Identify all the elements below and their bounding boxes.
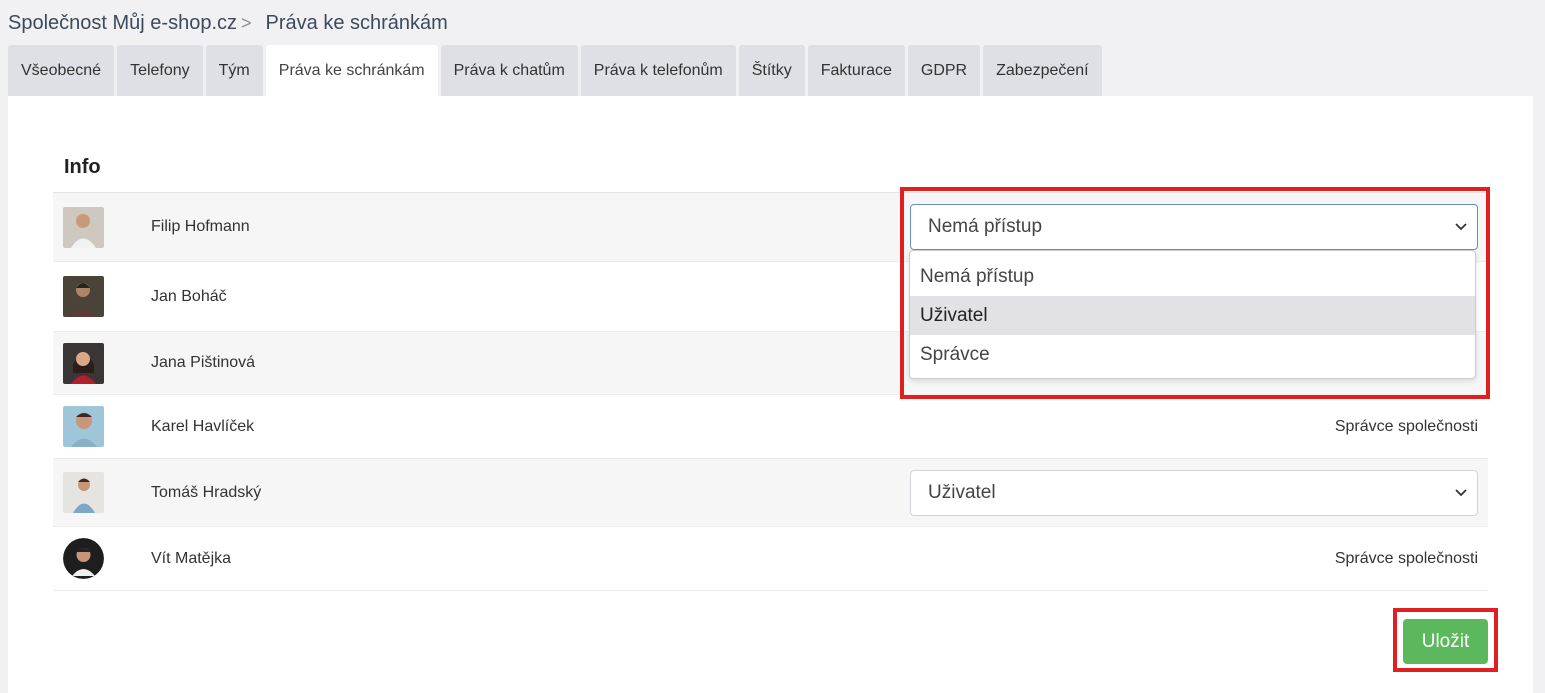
tab-general[interactable]: Všeobecné — [8, 45, 115, 96]
tab-security[interactable]: Zabezpečení — [983, 45, 1102, 96]
tab-gdpr[interactable]: GDPR — [907, 45, 981, 96]
avatar — [63, 342, 104, 384]
breadcrumb-current: Práva ke schránkám — [265, 11, 448, 34]
option-no-access[interactable]: Nemá přístup — [910, 257, 1475, 296]
chevron-down-icon — [1455, 488, 1467, 496]
chevron-down-icon — [1455, 223, 1467, 231]
tab-mailbox-rights[interactable]: Práva ke schránkám — [265, 45, 438, 96]
mailbox-right-dropdown-list: Nemá přístup Uživatel Správce — [909, 250, 1476, 379]
breadcrumb: Společnost Můj e-shop.cz > Práva ke schr… — [8, 10, 448, 36]
tab-content-panel: Info Filip Hofmann Nemá přístup Jan Bohá… — [8, 96, 1533, 693]
role-label: Správce společnosti — [1334, 417, 1478, 435]
settings-tabs: Všeobecné Telefony Tým Práva ke schránká… — [8, 45, 1105, 96]
tab-billing[interactable]: Fakturace — [807, 45, 905, 96]
select-value: Uživatel — [928, 481, 996, 503]
select-value: Nemá přístup — [928, 216, 1043, 237]
avatar — [63, 276, 104, 317]
tab-phones[interactable]: Telefony — [117, 45, 203, 96]
save-button[interactable]: Uložit — [1403, 619, 1488, 664]
option-user[interactable]: Uživatel — [910, 296, 1475, 335]
user-name: Karel Havlíček — [151, 417, 255, 435]
tab-chat-rights[interactable]: Práva k chatům — [440, 45, 578, 96]
avatar — [63, 538, 104, 579]
section-title: Info — [64, 156, 101, 178]
user-name: Tomáš Hradský — [151, 483, 262, 501]
avatar — [63, 472, 104, 513]
tab-tags[interactable]: Štítky — [738, 45, 805, 96]
user-name: Vít Matějka — [151, 549, 232, 567]
user-name: Jana Pištinová — [151, 354, 256, 371]
tab-team[interactable]: Tým — [205, 45, 263, 96]
table-row: Karel Havlíček Správce společnosti — [53, 395, 1488, 459]
option-admin[interactable]: Správce — [910, 335, 1475, 374]
table-row: Tomáš Hradský Uživatel — [53, 459, 1488, 527]
mailbox-right-select[interactable]: Nemá přístup — [910, 204, 1478, 250]
breadcrumb-separator: > — [241, 12, 252, 33]
breadcrumb-company[interactable]: Společnost Můj e-shop.cz — [8, 12, 237, 35]
table-row: Vít Matějka Správce společnosti — [53, 527, 1488, 591]
user-name: Jan Boháč — [151, 287, 227, 305]
avatar — [63, 406, 104, 447]
tab-phone-rights[interactable]: Práva k telefonům — [580, 45, 736, 96]
user-name: Filip Hofmann — [151, 218, 250, 235]
role-label: Správce společnosti — [1334, 549, 1478, 567]
avatar — [63, 206, 104, 248]
mailbox-right-select[interactable]: Uživatel — [910, 469, 1478, 516]
